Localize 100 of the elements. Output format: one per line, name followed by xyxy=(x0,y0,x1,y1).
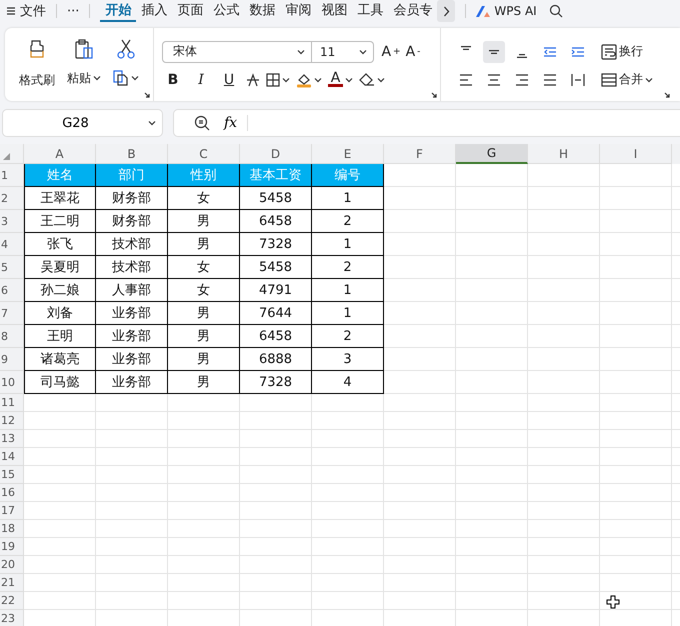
table-cell: 1 xyxy=(312,187,384,210)
row-header[interactable]: 5 xyxy=(0,256,24,279)
row-header[interactable]: 20 xyxy=(0,556,24,574)
bold-button[interactable]: B xyxy=(162,68,184,90)
ribbon-tab[interactable]: 工具 xyxy=(352,0,388,22)
column-header[interactable]: C xyxy=(168,144,240,164)
row-header[interactable]: 23 xyxy=(0,610,24,626)
scroll-tabs-button[interactable] xyxy=(437,0,456,22)
row-header[interactable]: 13 xyxy=(0,430,24,448)
file-menu[interactable]: 文件 xyxy=(20,2,46,20)
column-header[interactable]: A xyxy=(24,144,96,164)
caret-icon[interactable] xyxy=(345,76,353,82)
caret-icon[interactable] xyxy=(282,76,290,82)
row-header[interactable]: 1 xyxy=(0,164,24,187)
column-header[interactable]: B xyxy=(96,144,168,164)
caret-icon[interactable] xyxy=(93,75,101,81)
table-cell: 张飞 xyxy=(24,233,96,256)
column-header[interactable]: H xyxy=(528,144,600,164)
format-painter-button[interactable]: 格式刷 xyxy=(19,72,55,89)
row-header[interactable]: 16 xyxy=(0,484,24,502)
table-cell: 5458 xyxy=(240,256,312,279)
column-header[interactable]: E xyxy=(312,144,384,164)
caret-icon[interactable] xyxy=(314,76,322,82)
shrink-font-button[interactable]: A$^{-}$ xyxy=(402,40,424,62)
paste-button[interactable]: 粘贴 xyxy=(67,67,101,89)
select-all-button[interactable] xyxy=(0,144,24,164)
font-name-dropdown[interactable]: 宋体 xyxy=(162,40,312,62)
italic-button[interactable]: I xyxy=(190,68,212,90)
row-header[interactable]: 15 xyxy=(0,466,24,484)
table-cell: 孙二娘 xyxy=(24,279,96,302)
menu-icon[interactable] xyxy=(6,6,16,16)
ai-button[interactable]: WPS AI xyxy=(494,4,537,18)
row-header[interactable]: 10 xyxy=(0,371,24,394)
wrap-text-button[interactable]: 换行 xyxy=(601,40,643,62)
merge-button[interactable]: 合并 xyxy=(601,68,653,90)
table-cell: 技术部 xyxy=(96,256,168,279)
row-header[interactable]: 19 xyxy=(0,538,24,556)
caret-icon[interactable] xyxy=(645,76,653,82)
caret-icon[interactable] xyxy=(377,76,385,82)
ribbon-tab[interactable]: 数据 xyxy=(244,0,280,22)
row-header[interactable]: 3 xyxy=(0,210,24,233)
column-header[interactable]: D xyxy=(240,144,312,164)
table-cell: 刘备 xyxy=(24,302,96,325)
table-cell: 财务部 xyxy=(96,187,168,210)
row-header[interactable]: 8 xyxy=(0,325,24,348)
ribbon-tab[interactable]: 会员专 xyxy=(388,0,438,22)
ribbon-tab[interactable]: 开始 xyxy=(100,0,136,22)
row-header[interactable]: 12 xyxy=(0,412,24,430)
row-header[interactable]: 6 xyxy=(0,279,24,302)
column-header[interactable]: I xyxy=(600,144,672,164)
clipboard-icon[interactable] xyxy=(73,38,95,60)
move-cursor-icon xyxy=(606,595,620,609)
column-header[interactable]: F xyxy=(384,144,456,164)
caret-icon[interactable] xyxy=(297,48,305,54)
row-header[interactable]: 17 xyxy=(0,502,24,520)
caret-icon[interactable] xyxy=(148,120,156,126)
ribbon-tab[interactable]: 页面 xyxy=(172,0,208,22)
table-cell: 男 xyxy=(168,348,240,371)
row-header[interactable]: 9 xyxy=(0,348,24,371)
row-header[interactable]: 18 xyxy=(0,520,24,538)
table-cell: 3 xyxy=(312,348,384,371)
table-cell: 2 xyxy=(312,256,384,279)
align-middle-button[interactable] xyxy=(483,40,505,62)
underline-button[interactable]: U xyxy=(218,68,240,90)
select-all-icon xyxy=(3,153,10,160)
table-cell: 男 xyxy=(168,371,240,394)
ai-logo-icon xyxy=(476,6,490,16)
row-header[interactable]: 14 xyxy=(0,448,24,466)
scissors-icon[interactable] xyxy=(115,38,137,60)
font-color-button[interactable]: A xyxy=(328,68,353,90)
row-header[interactable]: 11 xyxy=(0,394,24,412)
caret-icon[interactable] xyxy=(131,75,139,81)
table-cell: 6888 xyxy=(240,348,312,371)
more-menu[interactable]: ··· xyxy=(67,4,80,18)
merge-cells-icon xyxy=(601,72,617,88)
search-icon[interactable] xyxy=(548,4,563,18)
name-box[interactable]: G28 xyxy=(2,109,163,137)
header-cell: 性别 xyxy=(168,164,240,187)
font-size-dropdown[interactable]: 11 xyxy=(312,40,374,62)
grow-font-button[interactable]: A$^{+}$ xyxy=(380,40,402,62)
table-cell: 诸葛亮 xyxy=(24,348,96,371)
ribbon-tab[interactable]: 审阅 xyxy=(280,0,316,22)
dialog-launcher-icon[interactable] xyxy=(664,92,670,98)
row-header[interactable]: 7 xyxy=(0,302,24,325)
ribbon-tab[interactable]: 插入 xyxy=(136,0,172,22)
column-header[interactable]: G xyxy=(456,144,528,164)
row-header[interactable]: 22 xyxy=(0,592,24,610)
table-cell: 男 xyxy=(168,302,240,325)
caret-icon[interactable] xyxy=(359,48,367,54)
row-header[interactable]: 4 xyxy=(0,233,24,256)
ribbon-tab[interactable]: 视图 xyxy=(316,0,352,22)
dialog-launcher-icon[interactable] xyxy=(144,92,150,98)
row-header[interactable]: 2 xyxy=(0,187,24,210)
dialog-launcher-icon[interactable] xyxy=(431,92,437,98)
function-button[interactable]: fx xyxy=(224,115,248,131)
strikethrough-icon[interactable] xyxy=(246,72,260,86)
row-header[interactable]: 21 xyxy=(0,574,24,592)
table-cell: 司马懿 xyxy=(24,371,96,394)
ribbon-tab[interactable]: 公式 xyxy=(208,0,244,22)
zoom-out-icon[interactable] xyxy=(194,115,210,131)
